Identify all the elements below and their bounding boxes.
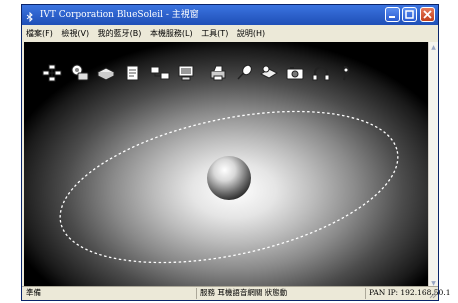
- printer-service-icon[interactable]: [208, 64, 228, 82]
- status-separator: [365, 288, 366, 299]
- menu-file[interactable]: 檔案(F): [26, 29, 53, 38]
- close-button[interactable]: [420, 7, 435, 22]
- menu-tools[interactable]: 工具(T): [201, 29, 228, 38]
- headset-service-icon[interactable]: [311, 64, 331, 82]
- maximize-icon: [405, 10, 414, 19]
- status-separator: [196, 288, 197, 299]
- audio-gateway-service-icon[interactable]: [336, 64, 356, 82]
- bluesoleil-main-window: IVT Corporation BlueSoleil - 主視窗 檔案(F) 檢…: [21, 4, 450, 301]
- close-icon: [423, 10, 432, 19]
- minimize-icon: [389, 16, 395, 18]
- vertical-scrollbar[interactable]: ▲ ▼: [428, 42, 438, 289]
- serial-port-service-icon[interactable]: [176, 64, 196, 82]
- status-ready-text: 準備: [26, 288, 41, 297]
- local-device-sphere: [207, 156, 251, 200]
- scroll-up-arrow-icon[interactable]: ▲: [430, 43, 437, 52]
- dialup-service-icon[interactable]: [70, 64, 90, 82]
- maximize-button[interactable]: [402, 7, 417, 22]
- menu-my-bluetooth[interactable]: 我的藍牙(B): [98, 29, 142, 38]
- menu-local-services[interactable]: 本機服務(L): [150, 29, 193, 38]
- minimize-button[interactable]: [385, 7, 400, 22]
- menu-view[interactable]: 檢視(V): [61, 29, 89, 38]
- bluetooth-icon: [26, 10, 34, 23]
- hid-service-icon[interactable]: [234, 64, 254, 82]
- network-service-icon[interactable]: [42, 64, 62, 82]
- status-service-text: 服務 耳機語音網關 狀態動: [200, 288, 288, 297]
- file-transfer-service-icon[interactable]: [123, 64, 143, 82]
- menu-bar: 檔案(F) 檢視(V) 我的藍牙(B) 本機服務(L) 工具(T) 說明(H): [22, 25, 438, 42]
- device-canvas[interactable]: [24, 42, 428, 289]
- menu-help[interactable]: 說明(H): [237, 29, 265, 38]
- resize-grip-icon[interactable]: [429, 291, 437, 299]
- status-pan-ip: PAN IP: 192.168.50.1: [369, 288, 451, 297]
- fax-service-icon[interactable]: [96, 64, 116, 82]
- window-title: IVT Corporation BlueSoleil - 主視窗: [39, 10, 199, 20]
- sync-service-icon[interactable]: [259, 64, 279, 82]
- title-bar[interactable]: IVT Corporation BlueSoleil - 主視窗: [22, 5, 438, 25]
- camera-service-icon[interactable]: [285, 64, 305, 82]
- status-bar: 準備 服務 耳機語音網關 狀態動 PAN IP: 192.168.50.1: [22, 286, 450, 300]
- lan-access-service-icon[interactable]: [150, 64, 170, 82]
